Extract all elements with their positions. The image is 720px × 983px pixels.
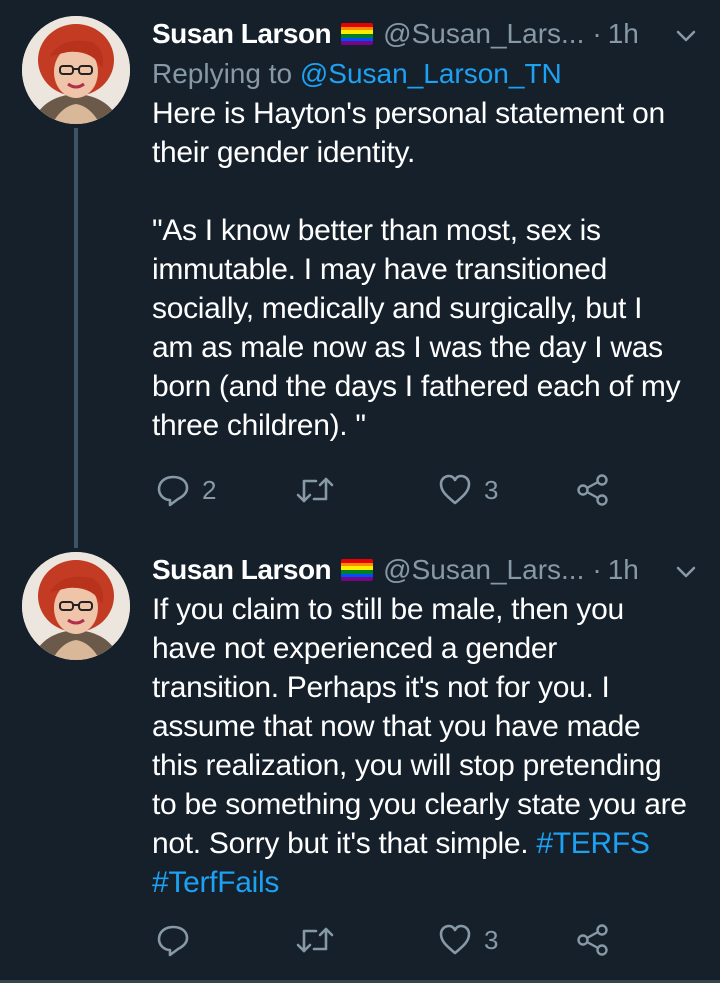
reply-button[interactable]: 2 [156,470,216,510]
tweet-text: Here is Hayton's personal statement on t… [152,94,700,445]
tweet[interactable]: Susan Larson @Susan_Lars... · 1h If you … [0,545,720,981]
replying-to-label: Replying to [152,58,293,89]
retweet-button[interactable] [296,470,346,510]
share-button[interactable] [576,470,610,510]
replying-to-mention[interactable]: @Susan_Larson_TN [300,58,562,89]
text-fragment: not. Sorry but it's that simple. [152,827,529,860]
reply-icon [157,925,189,957]
author-handle[interactable]: @Susan_Lars... [383,18,584,50]
tweet-actions: 3 [156,920,636,960]
text-line: am as male now as I was the day I was [152,331,663,364]
text-line: born (and the days I fathered each of my [152,370,681,403]
share-button[interactable] [576,920,610,960]
text-line: #TerfFails [152,863,700,902]
share-icon [577,924,608,956]
text-line: "As I know better than most, sex is [152,214,601,247]
text-line: to be something you clearly state you ar… [152,788,687,821]
like-icon [439,924,471,955]
text-line: assume that now that you have made [152,710,641,743]
hashtag-link[interactable]: #TerfFails [152,866,279,899]
retweet-icon [296,927,334,953]
timestamp[interactable]: 1h [608,554,639,586]
text-line: three children). " [152,409,366,442]
avatar[interactable] [22,16,130,124]
thread-connector [74,128,78,548]
reply-icon [157,475,189,507]
tweet[interactable]: Susan Larson @Susan_Lars... · 1h Replyin… [0,0,720,548]
text-line: Here is Hayton's personal statement on [152,97,665,130]
tweet-content: Susan Larson @Susan_Lars... · 1h If you … [152,550,700,902]
like-count: 3 [484,924,499,955]
text-line: If you claim to still be male, then you [152,593,624,626]
retweet-icon [296,477,334,503]
tweet-content: Susan Larson @Susan_Lars... · 1h Replyin… [152,14,700,445]
text-line: have not experienced a gender [152,632,557,665]
text-line: socially, medically and surgically, but … [152,292,643,325]
text-line: their gender identity. [152,136,416,169]
hashtag-link[interactable]: #TERFS [536,827,650,860]
reply-button[interactable] [156,920,202,960]
tweet-header: Susan Larson @Susan_Lars... · 1h [152,14,700,54]
separator: · [592,18,602,49]
author-name[interactable]: Susan Larson [152,18,332,50]
chevron-down-icon[interactable] [672,558,700,586]
like-button[interactable]: 3 [438,470,498,510]
text-line: not. Sorry but it's that simple. #TERFS [152,824,700,863]
rainbow-flag-icon [341,23,374,45]
share-icon [577,474,608,506]
separator: · [592,554,602,585]
replying-to: Replying to @Susan_Larson_TN [152,54,700,94]
rainbow-flag-icon [341,559,374,581]
retweet-button[interactable] [296,920,346,960]
text-line: immutable. I may have transitioned [152,253,608,286]
text-line: transition. Perhaps it's not for you. I [152,671,610,704]
like-icon [439,474,471,505]
tweet-actions: 2 3 [156,470,636,510]
tweet-header: Susan Larson @Susan_Lars... · 1h [152,550,700,590]
avatar[interactable] [22,552,130,660]
text-line: this realization, you will stop pretendi… [152,749,662,782]
chevron-down-icon[interactable] [672,22,700,50]
author-handle[interactable]: @Susan_Lars... [383,554,584,586]
like-button[interactable]: 3 [438,920,498,960]
timestamp[interactable]: 1h [608,18,639,50]
tweet-text: If you claim to still be male, then you … [152,590,700,902]
author-name[interactable]: Susan Larson [152,554,332,586]
like-count: 3 [484,474,499,505]
reply-count: 2 [202,474,217,505]
